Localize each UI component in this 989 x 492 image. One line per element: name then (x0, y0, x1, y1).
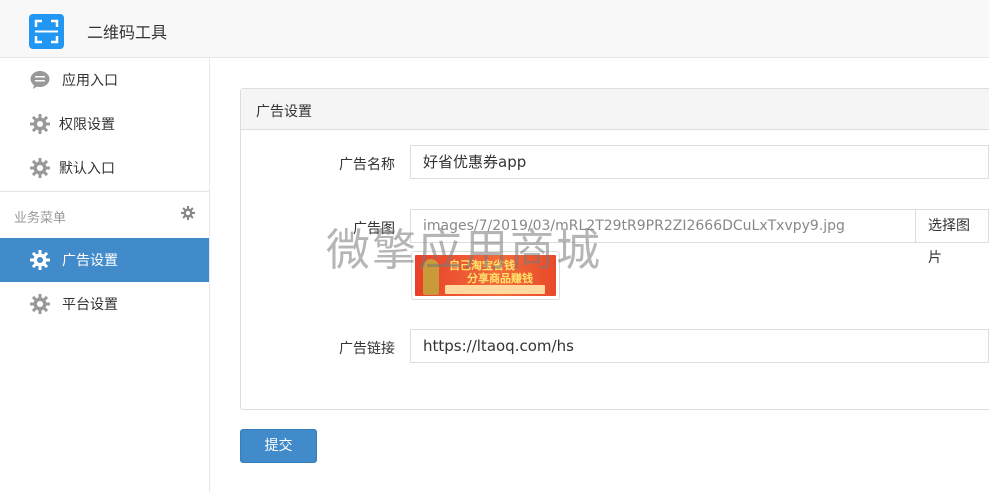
sidebar-item-label: 默认入口 (59, 161, 115, 177)
sidebar-item-label: 平台设置 (62, 297, 118, 313)
sidebar-item-permissions[interactable]: 权限设置 (0, 102, 209, 146)
ad-image-path-input[interactable]: images/7/2019/03/mRL2T29tR9PR2ZI2666DCuL… (410, 209, 916, 243)
sidebar-item-label: 广告设置 (62, 253, 118, 269)
trophy-figure-icon (423, 259, 439, 295)
sidebar-item-label: 应用入口 (62, 73, 118, 89)
ad-name-input[interactable]: 好省优惠券app (410, 145, 989, 179)
ad-link-label: 广告链接 (339, 341, 395, 357)
submit-button[interactable]: 提交 (240, 429, 317, 463)
chat-bubble-icon (30, 71, 50, 89)
sidebar-item-ad-settings[interactable]: 广告设置 (0, 238, 209, 282)
gear-icon (30, 158, 50, 178)
app-title: 二维码工具 (87, 23, 168, 42)
qr-scan-logo-icon[interactable] (29, 14, 64, 49)
section-title-business-menu: 业务菜单 (14, 211, 67, 226)
sidebar-item-default-entry[interactable]: 默认入口 (0, 146, 209, 190)
top-header: 二维码工具 (0, 0, 989, 58)
sidebar: 应用入口 权限设置 默认入口 业务菜单 广告设置 平台设置 (0, 58, 210, 492)
banner-text-line2: 分享商品赚钱 (467, 272, 533, 285)
ad-link-input[interactable]: https://ltaoq.com/hs (410, 329, 989, 363)
gear-icon[interactable] (181, 206, 195, 220)
gear-icon (30, 294, 50, 314)
select-image-button[interactable]: 选择图片 (915, 209, 989, 266)
ad-banner-image: 自己淘宝省钱 分享商品赚钱 (415, 255, 556, 296)
gear-icon (30, 114, 50, 134)
ad-image-thumbnail: 自己淘宝省钱 分享商品赚钱 (411, 251, 560, 300)
panel-heading: 广告设置 (241, 89, 989, 130)
sidebar-item-label: 权限设置 (59, 117, 115, 133)
sidebar-item-app-entry[interactable]: 应用入口 (0, 58, 209, 102)
ad-name-label: 广告名称 (339, 157, 395, 173)
banner-strip (445, 285, 545, 294)
gear-icon (30, 250, 50, 270)
ad-image-label: 广告图 (353, 221, 395, 237)
sidebar-divider (0, 191, 209, 192)
sidebar-item-platform-settings[interactable]: 平台设置 (0, 282, 209, 326)
